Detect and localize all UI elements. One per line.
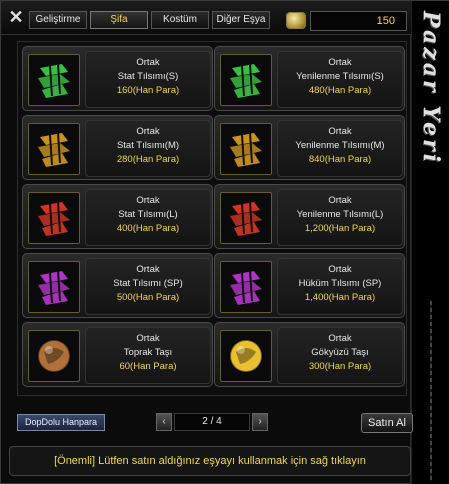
talisman-green-icon — [28, 54, 80, 106]
item-card[interactable]: Ortak Stat Tılsımı(L) 400(Han Para) — [22, 184, 213, 249]
prev-page-button[interactable]: ‹ — [156, 413, 172, 431]
item-card[interactable]: Ortak Yenilenme Tılsımı(S) 480(Han Para) — [214, 46, 405, 111]
talisman-red-icon — [28, 192, 80, 244]
page-indicator: 2 / 4 — [174, 413, 250, 431]
item-grade: Ortak — [136, 57, 160, 68]
item-name: Toprak Taşı — [123, 347, 173, 358]
item-name: Hüküm Tılsımı (SP) — [298, 278, 382, 289]
item-grade: Ortak — [136, 195, 160, 206]
item-info: Ortak Yenilenme Tılsımı(L) 1,200(Han Para) — [277, 189, 403, 246]
item-card[interactable]: Ortak Stat Tılsımı(S) 160(Han Para) — [22, 46, 213, 111]
rope-decoration — [430, 301, 432, 481]
item-grade: Ortak — [136, 264, 160, 275]
item-price: 160(Han Para) — [116, 85, 180, 96]
next-page-button[interactable]: › — [252, 413, 268, 431]
market-window: ✕ Geliştirme Şifa Kostüm Diğer Eşya 150 … — [0, 0, 449, 484]
talisman-orange-icon — [28, 123, 80, 175]
notice-bar: [Önemli] Lütfen satın aldığınız eşyayı k… — [9, 446, 411, 476]
balance-display: 150 — [310, 11, 407, 31]
item-card[interactable]: Ortak Stat Tılsımı(M) 280(Han Para) — [22, 115, 213, 180]
item-card[interactable]: Ortak Hüküm Tılsımı (SP) 1,400(Han Para) — [214, 253, 405, 318]
talisman-purple-icon — [220, 261, 272, 313]
item-card[interactable]: Ortak Yenilenme Tılsımı(M) 840(Han Para) — [214, 115, 405, 180]
item-info: Ortak Toprak Taşı 60(Han Para) — [85, 327, 211, 384]
item-grid: Ortak Stat Tılsımı(S) 160(Han Para) Ortak Ye… — [17, 41, 407, 396]
item-name: Yenilenme Tılsımı(M) — [295, 140, 385, 151]
window-title: Pazar Yeri — [418, 11, 444, 165]
item-info: Ortak Stat Tılsımı(S) 160(Han Para) — [85, 51, 211, 108]
item-card[interactable]: Ortak Yenilenme Tılsımı(L) 1,200(Han Para) — [214, 184, 405, 249]
earth-stone-icon — [28, 330, 80, 382]
talisman-purple-icon — [28, 261, 80, 313]
item-name: Stat Tılsımı (SP) — [113, 278, 183, 289]
item-grade: Ortak — [136, 126, 160, 137]
item-price: 500(Han Para) — [116, 292, 180, 303]
item-grade: Ortak — [328, 195, 352, 206]
item-grade: Ortak — [328, 126, 352, 137]
item-info: Ortak Stat Tılsımı(L) 400(Han Para) — [85, 189, 211, 246]
item-price: 480(Han Para) — [308, 85, 372, 96]
close-icon[interactable]: ✕ — [7, 8, 25, 26]
item-card[interactable]: Ortak Stat Tılsımı (SP) 500(Han Para) — [22, 253, 213, 318]
item-price: 840(Han Para) — [308, 154, 372, 165]
item-name: Gökyüzü Taşı — [311, 347, 369, 358]
item-price: 300(Han Para) — [308, 361, 372, 372]
item-name: Yenilenme Tılsımı(L) — [296, 209, 384, 220]
item-info: Ortak Yenilenme Tılsımı(M) 840(Han Para) — [277, 120, 403, 177]
talisman-orange-icon — [220, 123, 272, 175]
item-name: Stat Tılsımı(S) — [117, 71, 179, 82]
coin-icon — [286, 12, 306, 29]
item-price: 280(Han Para) — [116, 154, 180, 165]
sky-stone-icon — [220, 330, 272, 382]
item-price: 1,400(Han Para) — [304, 292, 376, 303]
sidebar-title: Pazar Yeri — [411, 1, 449, 484]
item-price: 60(Han Para) — [119, 361, 177, 372]
tab-gelistirme[interactable]: Geliştirme — [29, 11, 87, 29]
tab-sifa[interactable]: Şifa — [90, 11, 148, 29]
item-grade: Ortak — [136, 333, 160, 344]
talisman-red-icon — [220, 192, 272, 244]
item-name: Yenilenme Tılsımı(S) — [296, 71, 384, 82]
item-name: Stat Tılsımı(L) — [118, 209, 178, 220]
item-grade: Ortak — [328, 333, 352, 344]
item-card[interactable]: Ortak Toprak Taşı 60(Han Para) — [22, 322, 213, 387]
tab-diger-esya[interactable]: Diğer Eşya — [212, 11, 270, 29]
item-price: 400(Han Para) — [116, 223, 180, 234]
item-grade: Ortak — [328, 57, 352, 68]
item-grade: Ortak — [328, 264, 352, 275]
top-bar: ✕ Geliştirme Şifa Kostüm Diğer Eşya 150 — [1, 1, 411, 35]
item-card[interactable]: Ortak Gökyüzü Taşı 300(Han Para) — [214, 322, 405, 387]
talisman-green-icon — [220, 54, 272, 106]
item-info: Ortak Stat Tılsımı (SP) 500(Han Para) — [85, 258, 211, 315]
item-info: Ortak Stat Tılsımı(M) 280(Han Para) — [85, 120, 211, 177]
item-info: Ortak Yenilenme Tılsımı(S) 480(Han Para) — [277, 51, 403, 108]
buy-button[interactable]: Satın Al — [361, 413, 413, 433]
item-info: Ortak Hüküm Tılsımı (SP) 1,400(Han Para) — [277, 258, 403, 315]
item-price: 1,200(Han Para) — [304, 223, 376, 234]
tab-kostum[interactable]: Kostüm — [151, 11, 209, 29]
charge-hanpara-button[interactable]: DopDolu Hanpara — [17, 414, 105, 431]
item-name: Stat Tılsımı(M) — [116, 140, 180, 151]
item-info: Ortak Gökyüzü Taşı 300(Han Para) — [277, 327, 403, 384]
